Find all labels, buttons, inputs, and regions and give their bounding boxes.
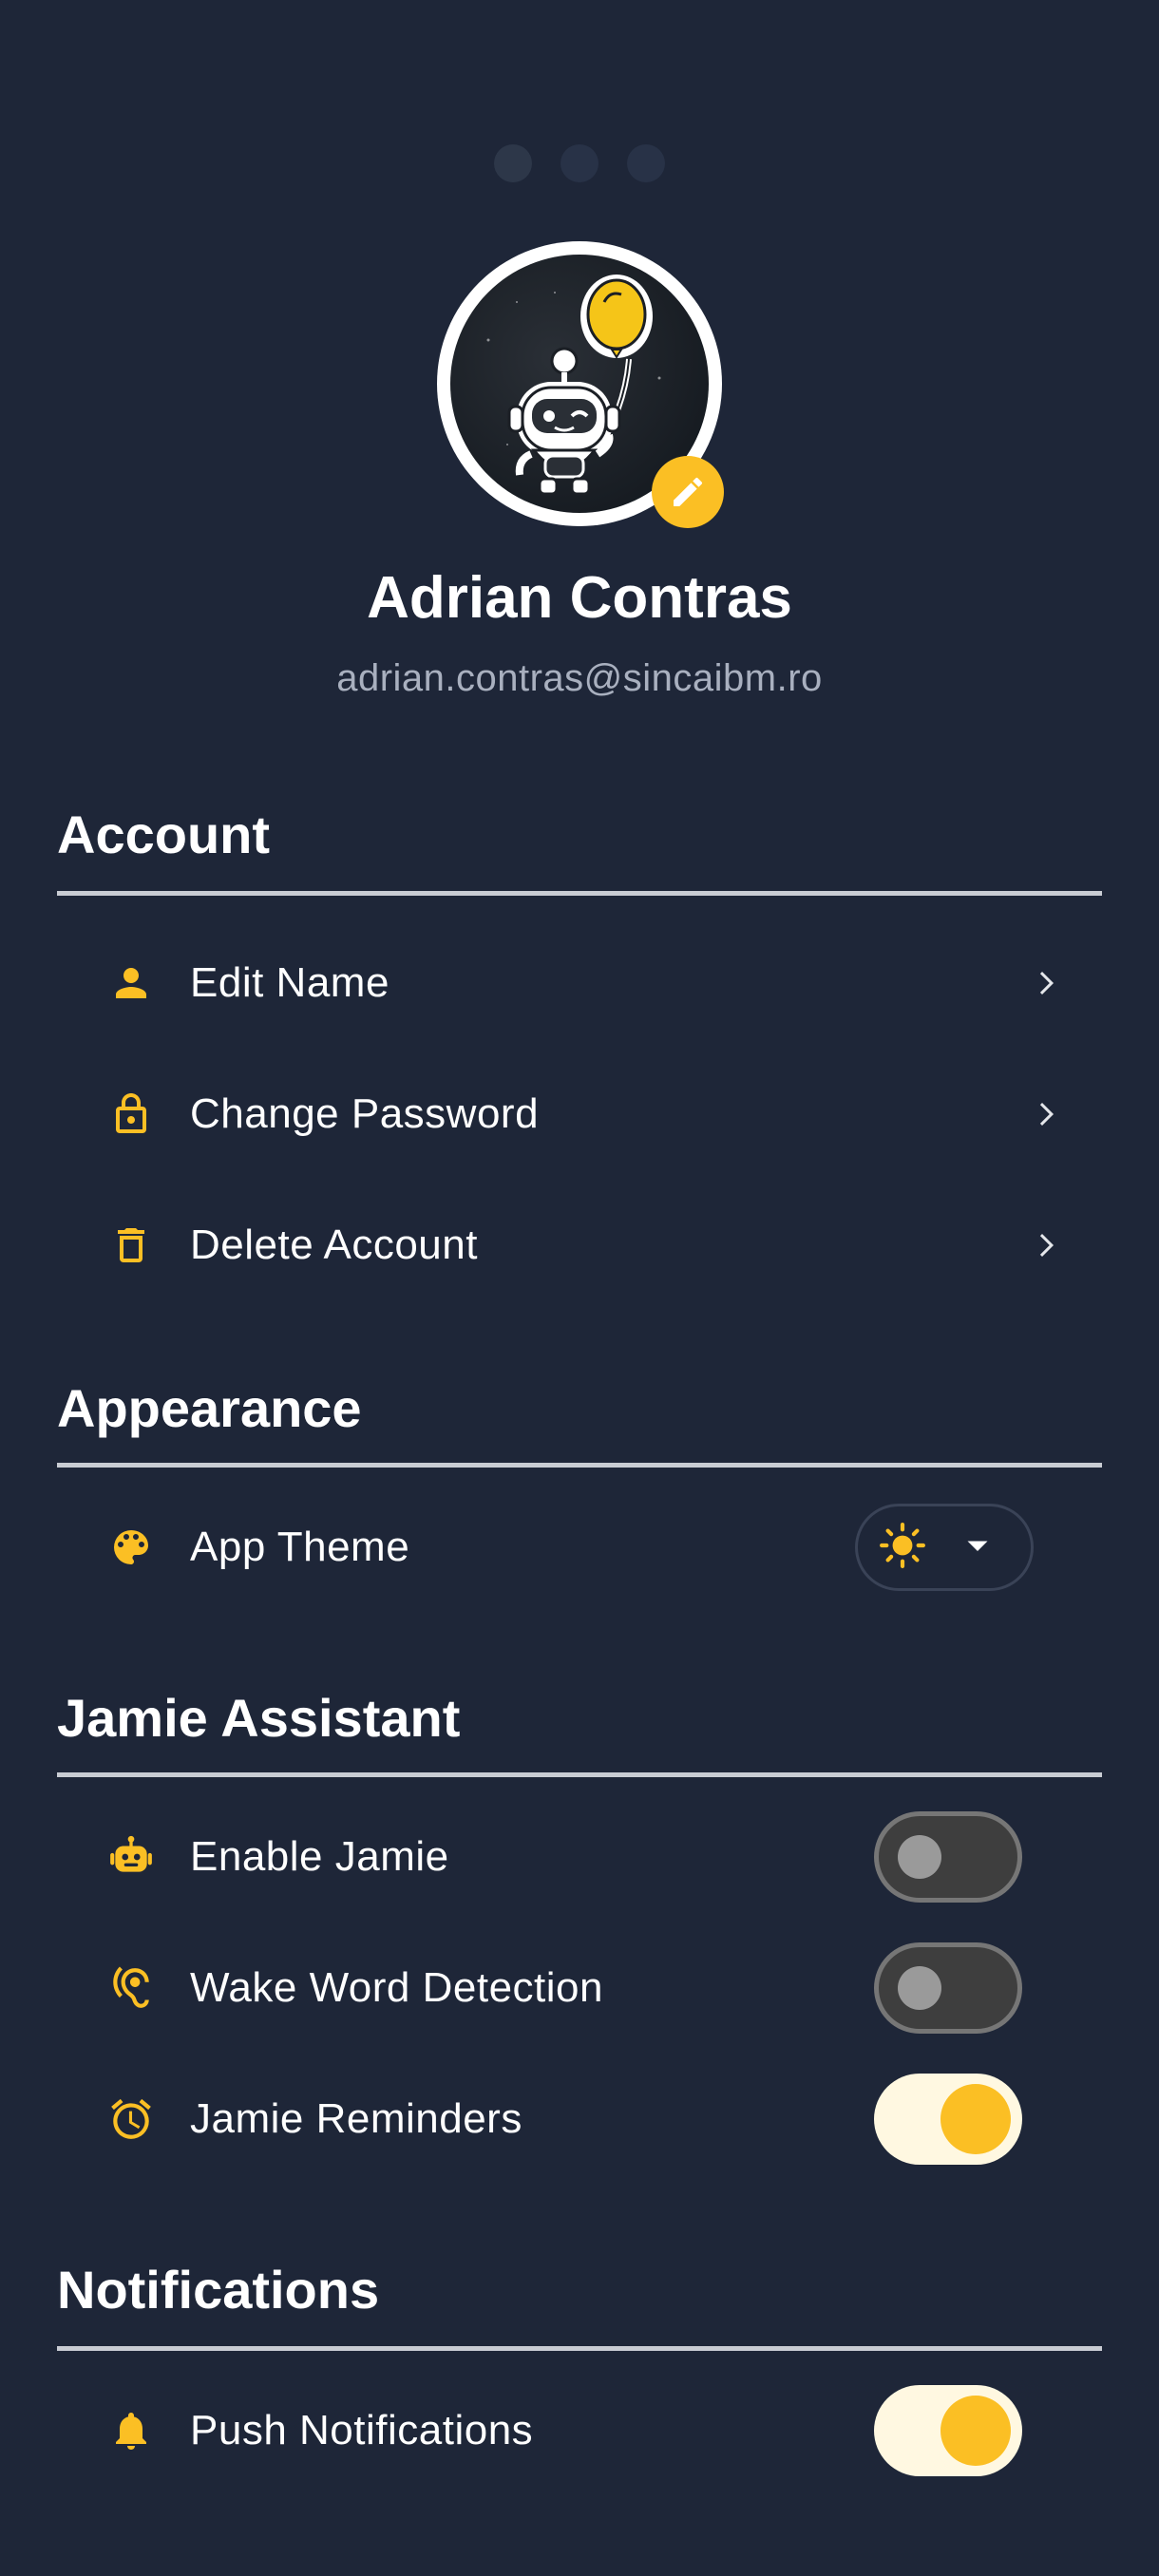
wake-word-label: Wake Word Detection <box>190 1964 603 2011</box>
palette-icon <box>106 1523 156 1572</box>
wake-word-row: Wake Word Detection <box>57 1936 1102 2040</box>
chevron-right-icon <box>1026 964 1064 1002</box>
change-password-label: Change Password <box>190 1090 540 1137</box>
section-title-assistant: Jamie Assistant <box>57 1688 461 1748</box>
avatar[interactable] <box>437 241 724 528</box>
page-indicator-dot[interactable] <box>560 144 598 182</box>
profile-name: Adrian Contras <box>367 565 792 631</box>
toggle-knob <box>898 1835 941 1879</box>
section-title-appearance: Appearance <box>57 1378 362 1438</box>
app-theme-row: App Theme <box>57 1495 1102 1600</box>
toggle-knob <box>940 2396 1011 2466</box>
edit-name-label: Edit Name <box>190 959 390 1006</box>
profile-settings-screen: Adrian Contras adrian.contras@sincaibm.r… <box>0 0 1159 2576</box>
edit-avatar-button[interactable] <box>652 456 724 528</box>
person-icon <box>106 958 156 1008</box>
delete-account-label: Delete Account <box>190 1222 478 1268</box>
enable-jamie-row: Enable Jamie <box>57 1805 1102 1909</box>
page-indicator <box>0 144 1159 182</box>
jamie-reminders-label: Jamie Reminders <box>190 2095 522 2142</box>
section-divider <box>57 1463 1102 1468</box>
trash-icon <box>106 1221 156 1270</box>
theme-dropdown[interactable] <box>855 1504 1034 1591</box>
caret-down-icon <box>960 1528 995 1567</box>
lock-icon <box>106 1089 156 1139</box>
change-password-row[interactable]: Change Password <box>57 1062 1102 1166</box>
enable-jamie-toggle[interactable] <box>874 1811 1022 1903</box>
sun-icon <box>879 1522 926 1574</box>
pencil-icon <box>674 477 703 506</box>
edit-name-row[interactable]: Edit Name <box>57 931 1102 1035</box>
section-divider <box>57 891 1102 896</box>
page-indicator-dot[interactable] <box>627 144 665 182</box>
section-divider <box>57 2346 1102 2351</box>
section-title-notifications: Notifications <box>57 2260 380 2320</box>
push-notifications-toggle[interactable] <box>874 2385 1022 2476</box>
hearing-icon <box>106 1963 156 2013</box>
chevron-right-icon <box>1026 1226 1064 1264</box>
section-divider <box>57 1772 1102 1777</box>
bell-icon <box>106 2406 156 2455</box>
push-notifications-row: Push Notifications <box>57 2378 1102 2483</box>
chevron-right-icon <box>1026 1095 1064 1133</box>
toggle-knob <box>940 2084 1011 2154</box>
push-notifications-label: Push Notifications <box>190 2407 534 2453</box>
jamie-reminders-toggle[interactable] <box>874 2074 1022 2165</box>
enable-jamie-label: Enable Jamie <box>190 1833 449 1880</box>
page-indicator-dot-active[interactable] <box>494 144 532 182</box>
section-title-account: Account <box>57 805 270 864</box>
robot-icon <box>106 1832 156 1882</box>
jamie-reminders-row: Jamie Reminders <box>57 2067 1102 2171</box>
toggle-knob <box>898 1966 941 2010</box>
delete-account-row[interactable]: Delete Account <box>57 1193 1102 1297</box>
wake-word-toggle[interactable] <box>874 1942 1022 2034</box>
alarm-icon <box>106 2094 156 2144</box>
profile-email: adrian.contras@sincaibm.ro <box>336 657 823 699</box>
app-theme-label: App Theme <box>190 1524 410 1570</box>
